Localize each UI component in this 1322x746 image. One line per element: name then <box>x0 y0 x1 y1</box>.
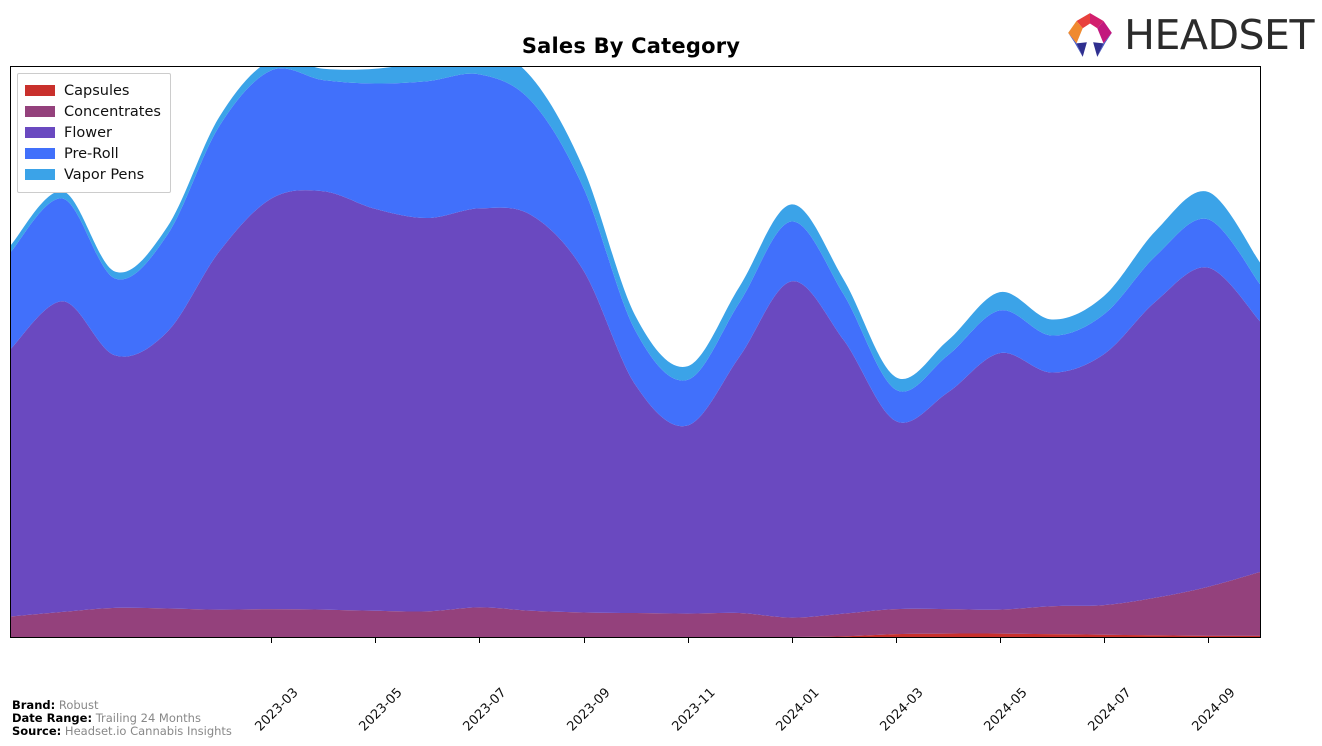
stacked-area-paths <box>11 67 1260 637</box>
x-axis-tick-label: 2023-05 <box>356 685 406 735</box>
legend-item-label: Vapor Pens <box>64 166 145 183</box>
x-axis: 2023-03 2023-05 2023-07 2023-09 2023-11 2024-… <box>10 638 1261 734</box>
x-axis-tick-label: 2023-07 <box>460 685 510 735</box>
legend-swatch-icon <box>25 169 55 180</box>
x-axis-tick-label: 2023-09 <box>564 685 614 735</box>
legend-item-pre-roll[interactable]: Pre-Roll <box>25 143 161 164</box>
x-axis-tick-mark <box>1208 638 1209 643</box>
legend-item-concentrates[interactable]: Concentrates <box>25 101 161 122</box>
legend-swatch-icon <box>25 106 55 117</box>
legend-swatch-icon <box>25 85 55 96</box>
x-axis-tick-label: 2023-03 <box>252 685 302 735</box>
x-axis-tick-label: 2024-01 <box>773 685 823 735</box>
footer-metadata: Brand: Robust Date Range: Trailing 24 Mon… <box>12 699 232 737</box>
headset-logo: HEADSET <box>1064 9 1314 61</box>
x-axis-tick-mark <box>999 638 1001 643</box>
x-axis-tick-mark <box>583 638 585 643</box>
legend-item-label: Pre-Roll <box>64 145 119 162</box>
legend-item-label: Concentrates <box>64 103 161 120</box>
legend-item-capsules[interactable]: Capsules <box>25 80 161 101</box>
x-axis-tick-mark <box>687 638 689 643</box>
x-axis-tick-mark <box>791 638 793 643</box>
footer-value: Headset.io Cannabis Insights <box>61 723 232 738</box>
footer-key: Source: <box>12 723 62 738</box>
x-axis-tick-mark <box>479 638 481 643</box>
x-axis-tick-label: 2024-03 <box>877 685 927 735</box>
legend: Capsules Concentrates Flower Pre-Roll Vapor … <box>17 73 171 193</box>
x-axis-tick-label: 2023-11 <box>669 685 719 735</box>
x-axis-tick-mark <box>895 638 897 643</box>
headset-hexagon-logo-icon <box>1068 13 1112 57</box>
legend-item-label: Flower <box>64 124 112 141</box>
logo-wordmark: HEADSET <box>1124 10 1314 59</box>
legend-swatch-icon <box>25 148 55 159</box>
sales-by-category-chart: Sales By Category HEADSET Capsules Concen… <box>0 0 1322 746</box>
legend-swatch-icon <box>25 127 55 138</box>
x-axis-tick-mark <box>375 638 377 643</box>
x-axis-tick-label: 2024-05 <box>981 685 1031 735</box>
plot-area <box>10 66 1261 638</box>
x-axis-tick-label: 2024-07 <box>1085 685 1135 735</box>
legend-item-flower[interactable]: Flower <box>25 122 161 143</box>
legend-item-label: Capsules <box>64 82 130 99</box>
footer-row: Source: Headset.io Cannabis Insights <box>12 723 232 738</box>
legend-item-vapor-pens[interactable]: Vapor Pens <box>25 164 161 185</box>
x-axis-tick-mark <box>1103 638 1105 643</box>
x-axis-tick-label: 2024-09 <box>1189 685 1239 735</box>
x-axis-tick-mark <box>271 638 273 643</box>
